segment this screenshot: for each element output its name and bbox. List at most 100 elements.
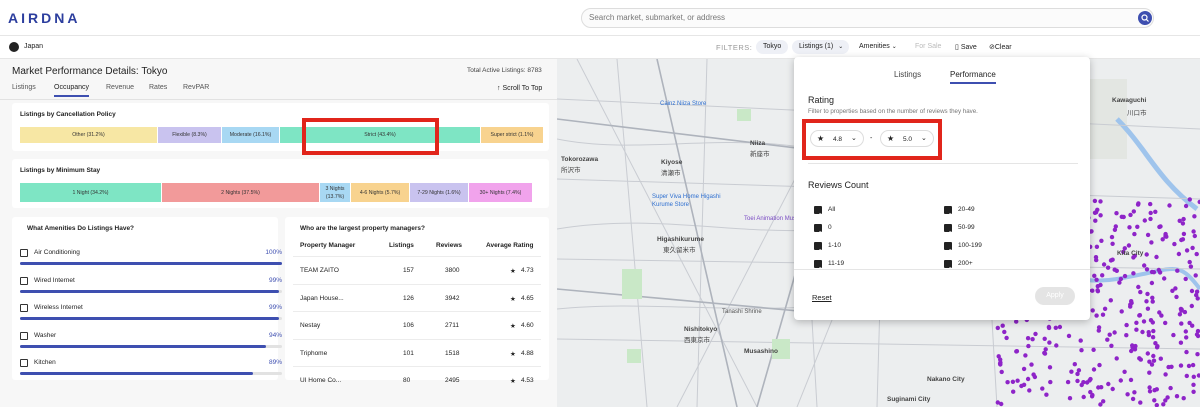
listing-dot[interactable] [1000, 323, 1005, 328]
listing-dot[interactable] [1057, 324, 1063, 330]
listing-dot[interactable] [1157, 310, 1162, 315]
reset-button[interactable]: Reset [812, 293, 832, 302]
listing-dot[interactable] [1047, 340, 1052, 345]
checkbox[interactable] [944, 242, 952, 254]
listing-dot[interactable] [1191, 382, 1196, 387]
listing-dot[interactable] [1183, 329, 1188, 334]
listing-dot[interactable] [1099, 238, 1104, 243]
listing-dot[interactable] [1110, 386, 1115, 392]
listing-dot[interactable] [1078, 338, 1083, 343]
listing-dot[interactable] [1010, 379, 1016, 384]
listing-dot[interactable] [1169, 364, 1174, 369]
cancellation-segment[interactable]: Other (31.2%) [20, 127, 157, 143]
listing-dot[interactable] [1151, 328, 1156, 334]
listing-dot[interactable] [1135, 224, 1140, 229]
min-stay-segment[interactable]: 1 Night (34.2%) [20, 183, 161, 202]
listing-dot[interactable] [1152, 398, 1157, 403]
listing-dot[interactable] [1150, 335, 1156, 340]
listing-dot[interactable] [1101, 399, 1106, 404]
listing-dot[interactable] [1091, 347, 1096, 352]
listing-dot[interactable] [1144, 299, 1149, 304]
cancellation-segment[interactable]: Super strict (1.1%) [481, 127, 543, 143]
listing-dot[interactable] [1099, 385, 1104, 390]
listing-dot[interactable] [1094, 244, 1100, 249]
listing-dot[interactable] [1161, 402, 1166, 407]
listing-dot[interactable] [1067, 396, 1073, 401]
listing-dot[interactable] [1147, 385, 1152, 390]
listing-dot[interactable] [1005, 380, 1010, 385]
listing-dot[interactable] [998, 362, 1003, 367]
listing-dot[interactable] [1144, 252, 1149, 257]
listing-dot[interactable] [1046, 325, 1052, 331]
listing-dot[interactable] [1097, 362, 1102, 368]
search-input[interactable]: Search market, submarket, or address [581, 8, 1154, 28]
listing-dot[interactable] [1192, 214, 1197, 219]
tab-rates[interactable]: Rates [149, 84, 167, 91]
listing-dot[interactable] [1093, 218, 1098, 223]
listing-dot[interactable] [1162, 276, 1167, 281]
listing-dot[interactable] [1107, 332, 1112, 337]
listing-dot[interactable] [1042, 336, 1047, 341]
filter-chip-listings[interactable]: Listings (1) ⌄ [792, 40, 850, 54]
listing-dot[interactable] [1131, 209, 1136, 214]
listing-dot[interactable] [1096, 325, 1102, 330]
listing-dot[interactable] [1194, 332, 1200, 337]
listing-dot[interactable] [1092, 210, 1098, 215]
listing-dot[interactable] [1021, 382, 1027, 387]
listing-dot[interactable] [1125, 392, 1130, 397]
listing-dot[interactable] [1076, 368, 1082, 373]
listing-dot[interactable] [1128, 212, 1133, 218]
listing-dot[interactable] [1144, 267, 1150, 272]
listing-dot[interactable] [1094, 277, 1099, 282]
listing-dot[interactable] [1072, 362, 1077, 367]
listing-dot[interactable] [1025, 336, 1031, 341]
listing-dot[interactable] [1065, 379, 1071, 385]
listing-dot[interactable] [1181, 216, 1186, 222]
filter-amenities[interactable]: Amenities ⌄ [859, 43, 897, 50]
map-poi-super-viva[interactable]: Super Viva Home Higashi Kurume Store [652, 193, 742, 209]
listing-dot[interactable] [1149, 362, 1155, 367]
listing-dot[interactable] [1190, 362, 1196, 368]
listing-dot[interactable] [1182, 309, 1188, 315]
listing-dot[interactable] [1048, 379, 1053, 385]
listing-dot[interactable] [1132, 231, 1137, 237]
listing-dot[interactable] [1157, 270, 1163, 275]
listing-dot[interactable] [1101, 262, 1107, 267]
listing-dot[interactable] [1100, 312, 1106, 317]
listing-dot[interactable] [1176, 251, 1182, 257]
listing-dot[interactable] [1029, 362, 1034, 367]
listing-dot[interactable] [1142, 263, 1147, 268]
listing-dot[interactable] [1183, 203, 1189, 209]
listing-dot[interactable] [1138, 289, 1143, 295]
listing-dot[interactable] [1184, 248, 1190, 253]
listing-dot[interactable] [1192, 233, 1197, 239]
listing-dot[interactable] [1194, 292, 1199, 298]
listing-dot[interactable] [1163, 372, 1168, 377]
listing-dot[interactable] [1195, 352, 1200, 357]
listing-dot[interactable] [1033, 331, 1038, 337]
listing-dot[interactable] [1089, 394, 1095, 399]
listing-dot[interactable] [1021, 366, 1027, 372]
airdna-logo[interactable]: AIRDNA [8, 10, 80, 26]
listing-dot[interactable] [1027, 388, 1032, 393]
listing-dot[interactable] [1098, 213, 1103, 218]
listing-dot[interactable] [1180, 237, 1186, 242]
listing-dot[interactable] [1174, 294, 1179, 300]
listing-dot[interactable] [998, 357, 1003, 362]
listing-dot[interactable] [1135, 202, 1141, 207]
listing-dot[interactable] [1130, 345, 1135, 350]
listing-dot[interactable] [1163, 320, 1168, 326]
listing-dot[interactable] [1131, 271, 1136, 276]
listing-dot[interactable] [1069, 369, 1074, 374]
listing-dot[interactable] [1187, 197, 1192, 202]
listing-dot[interactable] [1015, 378, 1020, 383]
filter-chip-market[interactable]: Tokyo [756, 40, 789, 54]
listing-dot[interactable] [1030, 337, 1035, 342]
min-stay-segment[interactable]: 2 Nights (37.5%) [162, 183, 319, 202]
panel-tab-listings[interactable]: Listings [894, 70, 921, 79]
apply-button[interactable]: Apply [1035, 287, 1075, 305]
listing-dot[interactable] [1114, 356, 1119, 361]
listing-dot[interactable] [1094, 257, 1099, 263]
listing-dot[interactable] [1095, 289, 1101, 294]
listing-dot[interactable] [1184, 335, 1189, 340]
